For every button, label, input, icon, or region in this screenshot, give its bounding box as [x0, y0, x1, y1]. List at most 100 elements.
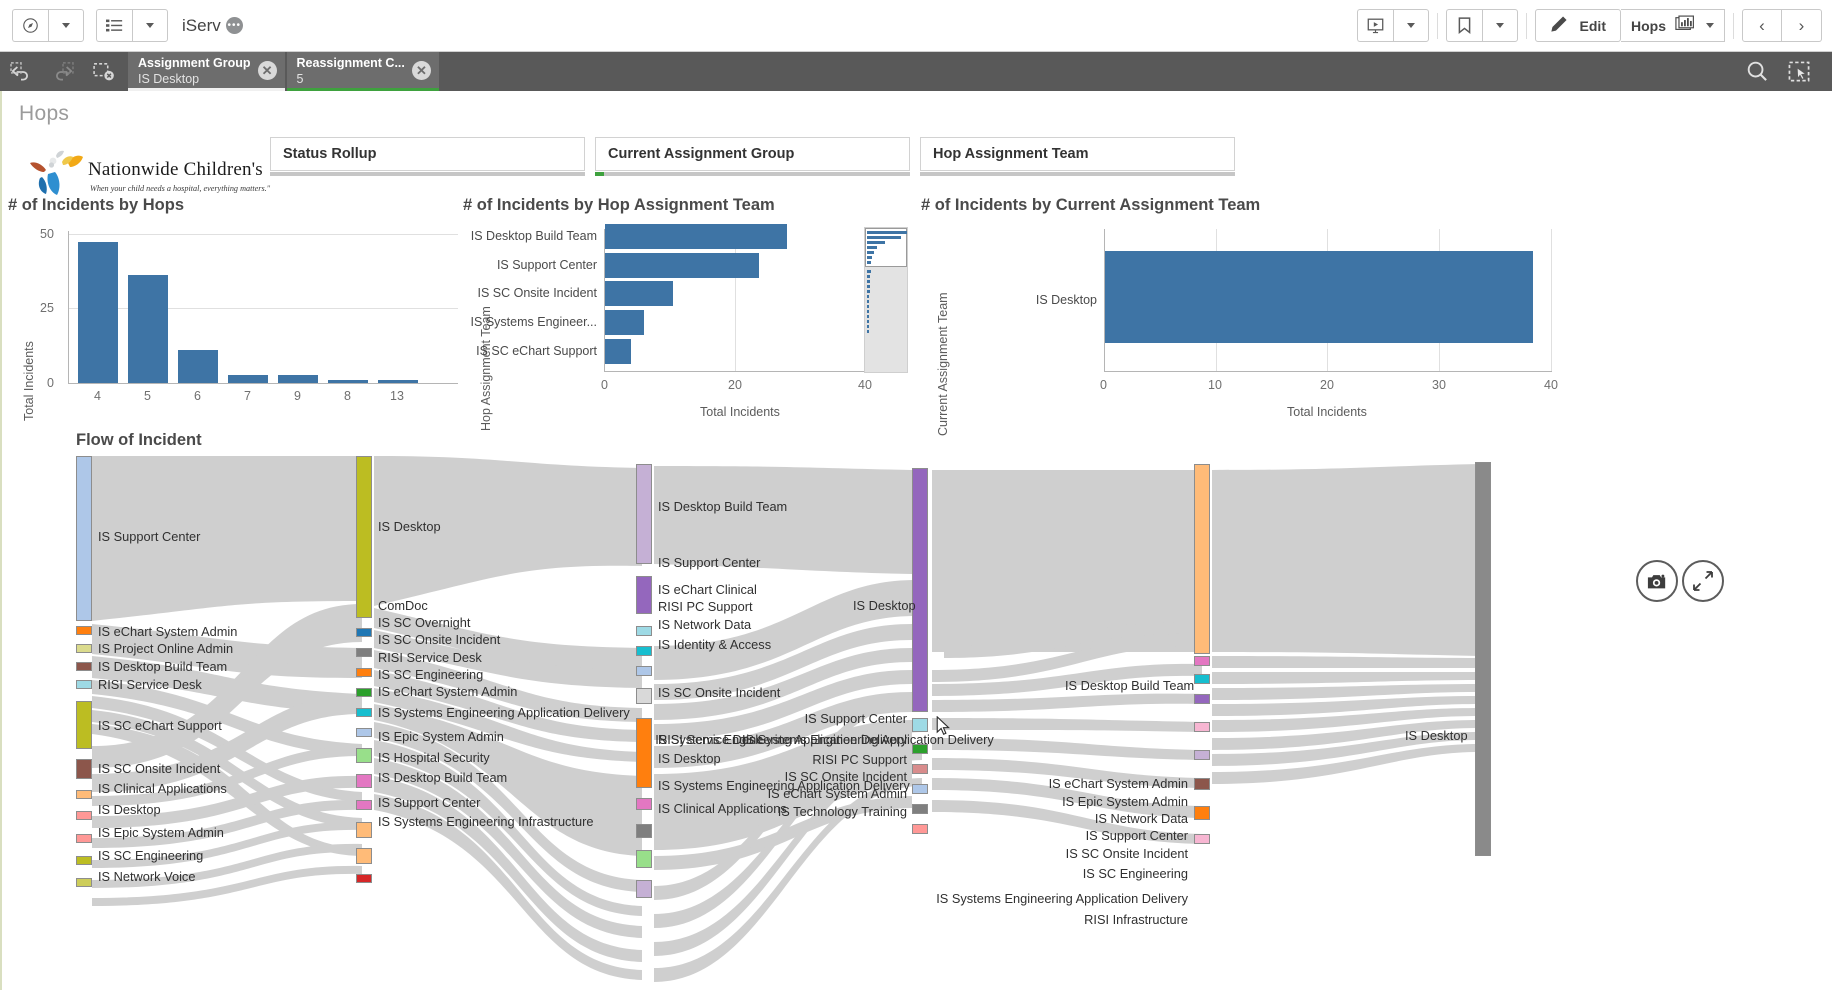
sankey-node-label: IS SC Overnight: [378, 615, 471, 630]
sankey-node[interactable]: [912, 718, 928, 732]
search-icon[interactable]: [1736, 52, 1778, 91]
x-tick: 7: [244, 389, 251, 403]
sankey-node[interactable]: [912, 824, 928, 834]
sankey-node[interactable]: [1194, 694, 1210, 704]
sankey-node[interactable]: [636, 576, 652, 614]
sankey-node[interactable]: [356, 728, 372, 737]
storytelling-dropdown-button[interactable]: [1392, 9, 1429, 42]
sankey-node[interactable]: [356, 668, 372, 677]
filter-hop-assignment-team[interactable]: Hop Assignment Team: [920, 137, 1235, 171]
sankey-diagram[interactable]: IS Support Center IS eChart System Admin…: [2, 456, 1832, 990]
sankey-node[interactable]: [912, 468, 928, 712]
sankey-node[interactable]: [356, 456, 372, 618]
sankey-node[interactable]: [1194, 464, 1210, 654]
filter-current-assignment-group[interactable]: Current Assignment Group: [595, 137, 910, 171]
selections-tool-icon[interactable]: [1778, 52, 1820, 91]
sankey-node[interactable]: [76, 644, 92, 653]
sankey-node[interactable]: [912, 744, 928, 754]
bar[interactable]: [605, 281, 673, 306]
sankey-node[interactable]: [356, 748, 372, 763]
close-icon[interactable]: ✕: [257, 61, 277, 80]
close-icon[interactable]: ✕: [411, 61, 431, 80]
sankey-node[interactable]: [636, 626, 652, 636]
sankey-node[interactable]: [1194, 656, 1210, 666]
sankey-node[interactable]: [1194, 806, 1210, 820]
step-forward-icon[interactable]: [42, 52, 84, 91]
previous-sheet-button[interactable]: ‹: [1742, 9, 1782, 42]
compass-icon[interactable]: [12, 9, 48, 42]
sankey-node[interactable]: [1194, 750, 1210, 760]
bookmarks-dropdown-button[interactable]: [1481, 9, 1518, 42]
sankey-node[interactable]: [636, 666, 652, 676]
sheets-dropdown-button[interactable]: [132, 9, 168, 42]
storytelling-icon[interactable]: [1356, 9, 1393, 42]
sankey-node[interactable]: [356, 848, 372, 864]
bar[interactable]: [605, 224, 787, 249]
sankey-node[interactable]: [76, 811, 92, 820]
sankey-node[interactable]: [636, 646, 652, 656]
sankey-node[interactable]: [76, 834, 92, 843]
sankey-node[interactable]: [76, 878, 92, 887]
bar[interactable]: [605, 310, 644, 335]
list-icon[interactable]: [96, 9, 132, 42]
step-back-icon[interactable]: [0, 52, 42, 91]
filter-label: Hop Assignment Team: [933, 146, 1089, 162]
sankey-node[interactable]: [356, 628, 372, 637]
toolbar-divider-1: [1436, 12, 1438, 39]
bar[interactable]: [78, 242, 118, 383]
clear-selections-icon[interactable]: [84, 52, 126, 91]
sankey-node[interactable]: [1194, 674, 1210, 684]
bar[interactable]: [605, 253, 759, 278]
bar[interactable]: [1105, 251, 1533, 343]
sankey-node[interactable]: [356, 688, 372, 697]
sankey-node[interactable]: [356, 800, 372, 810]
sankey-node[interactable]: [1194, 778, 1210, 790]
selection-bar-right-group: [1736, 52, 1832, 91]
sankey-node[interactable]: [636, 688, 652, 704]
sankey-node-label: IS Hospital Security: [378, 750, 490, 765]
sankey-node[interactable]: [912, 804, 928, 814]
sankey-node[interactable]: [636, 718, 652, 788]
navigation-dropdown-button[interactable]: [48, 9, 84, 42]
sankey-node[interactable]: [1194, 722, 1210, 732]
bar[interactable]: [378, 380, 418, 383]
sankey-node[interactable]: [76, 759, 92, 779]
selection-chip-reassignment-count[interactable]: Reassignment C... 5 ✕: [286, 52, 439, 91]
sankey-node[interactable]: [356, 708, 372, 717]
sankey-node[interactable]: [76, 680, 92, 689]
sankey-node[interactable]: [636, 464, 652, 564]
sankey-node[interactable]: [76, 790, 92, 799]
sankey-node-label: IS eChart System Admin: [767, 786, 907, 801]
sankey-node[interactable]: [636, 798, 652, 810]
bar[interactable]: [278, 375, 318, 383]
logo-wordmark: Nationwide Children's: [88, 159, 263, 180]
sankey-node[interactable]: [76, 662, 92, 671]
sankey-node[interactable]: [356, 822, 372, 838]
sankey-node[interactable]: [76, 856, 92, 865]
sankey-node[interactable]: [636, 850, 652, 868]
bar[interactable]: [605, 339, 631, 364]
sankey-node[interactable]: [356, 874, 372, 883]
edit-button[interactable]: Edit: [1534, 9, 1621, 42]
bar[interactable]: [178, 350, 218, 383]
bar[interactable]: [228, 375, 268, 383]
sankey-node[interactable]: [76, 626, 92, 635]
sankey-node[interactable]: [356, 774, 372, 788]
sankey-node[interactable]: [912, 764, 928, 774]
bookmark-icon[interactable]: [1445, 9, 1482, 42]
sankey-node[interactable]: [1194, 834, 1210, 844]
sankey-node[interactable]: [636, 824, 652, 838]
bar[interactable]: [328, 380, 368, 383]
sankey-node[interactable]: [76, 701, 92, 749]
sankey-node[interactable]: [912, 784, 928, 794]
selection-chip-assignment-group[interactable]: Assignment Group IS Desktop ✕: [128, 52, 285, 91]
sankey-node[interactable]: [76, 456, 92, 621]
bar[interactable]: [128, 275, 168, 383]
sankey-node[interactable]: [636, 880, 652, 898]
sheet-selector-button[interactable]: Hops: [1621, 9, 1725, 42]
next-sheet-button[interactable]: ›: [1782, 9, 1822, 42]
chart-scroll-minimap[interactable]: [864, 227, 908, 373]
filter-status-rollup[interactable]: Status Rollup: [270, 137, 585, 171]
sankey-node[interactable]: [356, 648, 372, 657]
sankey-node[interactable]: [1475, 462, 1491, 856]
